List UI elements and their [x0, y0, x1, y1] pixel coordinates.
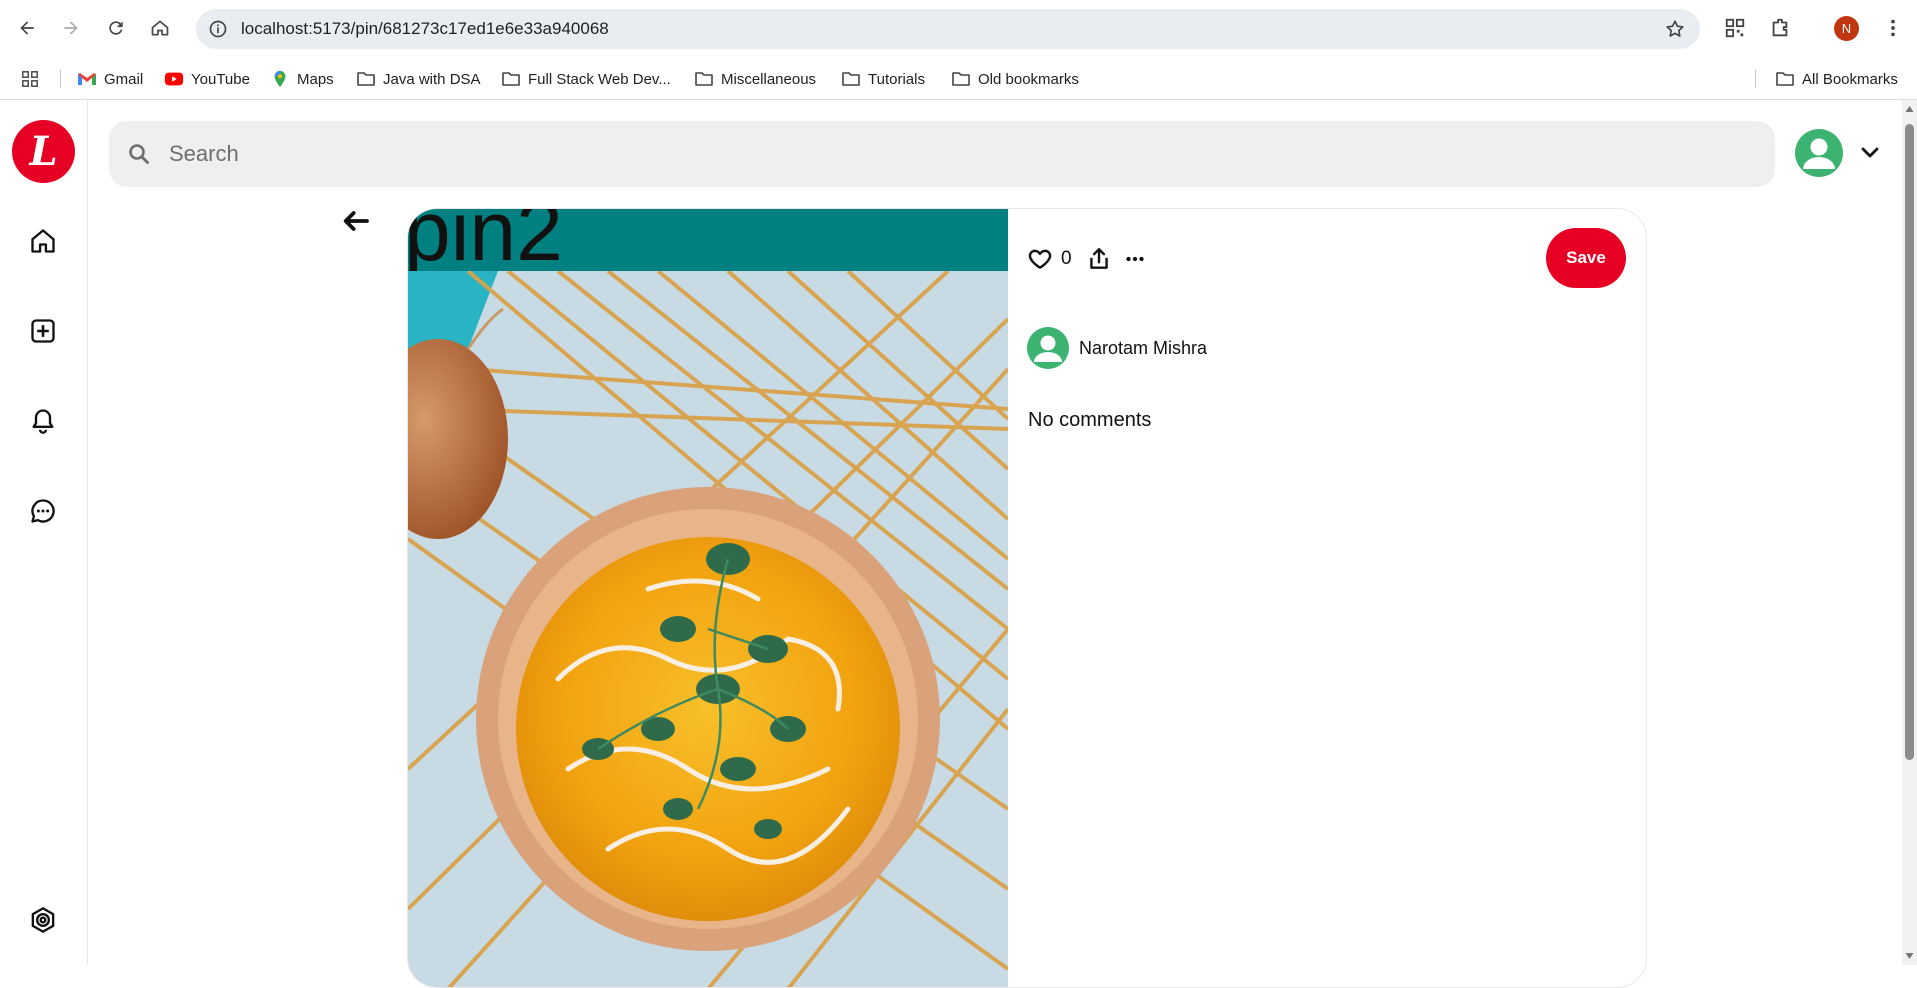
- folder-icon: [842, 72, 860, 86]
- house-icon: [151, 20, 169, 36]
- home-nav-button[interactable]: [145, 13, 175, 43]
- more-options-icon[interactable]: [1122, 246, 1148, 272]
- author-avatar-icon: [1027, 327, 1069, 369]
- folder-icon: [357, 72, 375, 86]
- profile-avatar-button[interactable]: N: [1834, 16, 1859, 41]
- forward-nav-button[interactable]: [56, 13, 86, 43]
- folder-icon: [952, 72, 970, 86]
- share-icon[interactable]: [1086, 246, 1112, 272]
- qr-code-button[interactable]: [1722, 15, 1748, 41]
- messages-icon: [31, 499, 55, 523]
- bookmark-maps[interactable]: Maps: [270, 68, 334, 90]
- chevron-down-icon[interactable]: [1858, 140, 1882, 164]
- bookmarks-divider: [1755, 70, 1756, 88]
- gmail-icon: [78, 73, 96, 85]
- extensions-button[interactable]: [1767, 15, 1793, 41]
- bookmark-gmail[interactable]: Gmail: [77, 68, 143, 90]
- search-icon: [129, 144, 149, 164]
- pin-image[interactable]: pin2: [408, 209, 1008, 987]
- bookmarks-bar: Gmail YouTube Maps Java with DSA Full St…: [0, 58, 1917, 100]
- bookmark-folder-full-stack[interactable]: Full Stack Web Dev...: [501, 68, 671, 90]
- sidebar-notifications-button[interactable]: [28, 406, 58, 436]
- app-logo[interactable]: L: [12, 120, 75, 183]
- scroll-down-arrow-icon[interactable]: [1905, 952, 1914, 960]
- search-input[interactable]: [169, 133, 1749, 175]
- arrow-right-icon: [64, 21, 78, 35]
- home-icon: [31, 229, 55, 253]
- bookmark-youtube[interactable]: YouTube: [164, 68, 250, 90]
- pin-title-band: pin2: [408, 209, 1008, 271]
- site-info-icon[interactable]: [208, 19, 228, 39]
- qr-code-icon: [1725, 18, 1745, 38]
- bookmark-star-icon[interactable]: [1664, 18, 1686, 40]
- pin-author[interactable]: Narotam Mishra: [1027, 327, 1207, 369]
- sidebar-home-button[interactable]: [28, 226, 58, 256]
- app-root: L Search pin2 0 Save Narotam Mishra No c…: [0, 100, 1917, 988]
- save-button[interactable]: Save: [1546, 228, 1626, 288]
- pin-photo-soup: [408, 209, 1008, 987]
- url-text[interactable]: localhost:5173/pin/681273c17ed1e6e33a940…: [241, 19, 609, 39]
- more-vertical-icon: [1891, 19, 1895, 37]
- youtube-icon: [164, 72, 184, 86]
- bookmark-folder-miscellaneous[interactable]: Miscellaneous: [694, 68, 816, 90]
- page-scrollbar[interactable]: [1902, 100, 1917, 965]
- pin-actions: 0: [1027, 244, 1148, 274]
- apps-button[interactable]: [20, 68, 40, 90]
- back-nav-button[interactable]: [12, 13, 42, 43]
- folder-icon: [1776, 72, 1794, 86]
- apps-grid-icon: [22, 71, 38, 87]
- reload-button[interactable]: [101, 13, 131, 43]
- address-bar[interactable]: localhost:5173/pin/681273c17ed1e6e33a940…: [196, 9, 1700, 49]
- heart-icon[interactable]: [1027, 246, 1053, 272]
- pin-image-title: pin2: [408, 209, 563, 271]
- pin-detail-card: pin2 0 Save Narotam Mishra No comments: [407, 208, 1647, 988]
- scroll-up-arrow-icon[interactable]: [1905, 105, 1914, 113]
- sidebar-create-button[interactable]: [28, 316, 58, 346]
- folder-icon: [502, 72, 520, 86]
- author-name[interactable]: Narotam Mishra: [1079, 338, 1207, 359]
- maps-icon: [274, 70, 286, 88]
- reload-icon: [109, 21, 123, 35]
- create-icon: [31, 319, 55, 343]
- browser-toolbar: localhost:5173/pin/681273c17ed1e6e33a940…: [0, 0, 1917, 58]
- arrow-left-icon: [20, 21, 34, 35]
- puzzle-icon: [1772, 18, 1788, 37]
- sidebar-messages-button[interactable]: [28, 496, 58, 526]
- bookmark-folder-java-with-dsa[interactable]: Java with DSA: [356, 68, 481, 90]
- all-bookmarks-button[interactable]: All Bookmarks: [1775, 68, 1898, 90]
- bookmark-folder-old-bookmarks[interactable]: Old bookmarks: [951, 68, 1079, 90]
- sidebar-settings-button[interactable]: [28, 905, 58, 935]
- back-arrow-icon[interactable]: [339, 205, 371, 237]
- like-count: 0: [1061, 248, 1072, 269]
- notifications-icon: [32, 409, 54, 434]
- bookmark-folder-tutorials[interactable]: Tutorials: [841, 68, 925, 90]
- sidebar: L: [0, 100, 88, 965]
- settings-icon: [31, 907, 55, 933]
- comments-status: No comments: [1028, 409, 1152, 431]
- search-bar: [109, 121, 1775, 187]
- scrollbar-thumb[interactable]: [1905, 124, 1914, 760]
- bookmarks-divider: [60, 70, 61, 88]
- browser-menu-button[interactable]: [1880, 15, 1906, 41]
- user-avatar-icon[interactable]: [1795, 129, 1843, 177]
- folder-icon: [695, 72, 713, 86]
